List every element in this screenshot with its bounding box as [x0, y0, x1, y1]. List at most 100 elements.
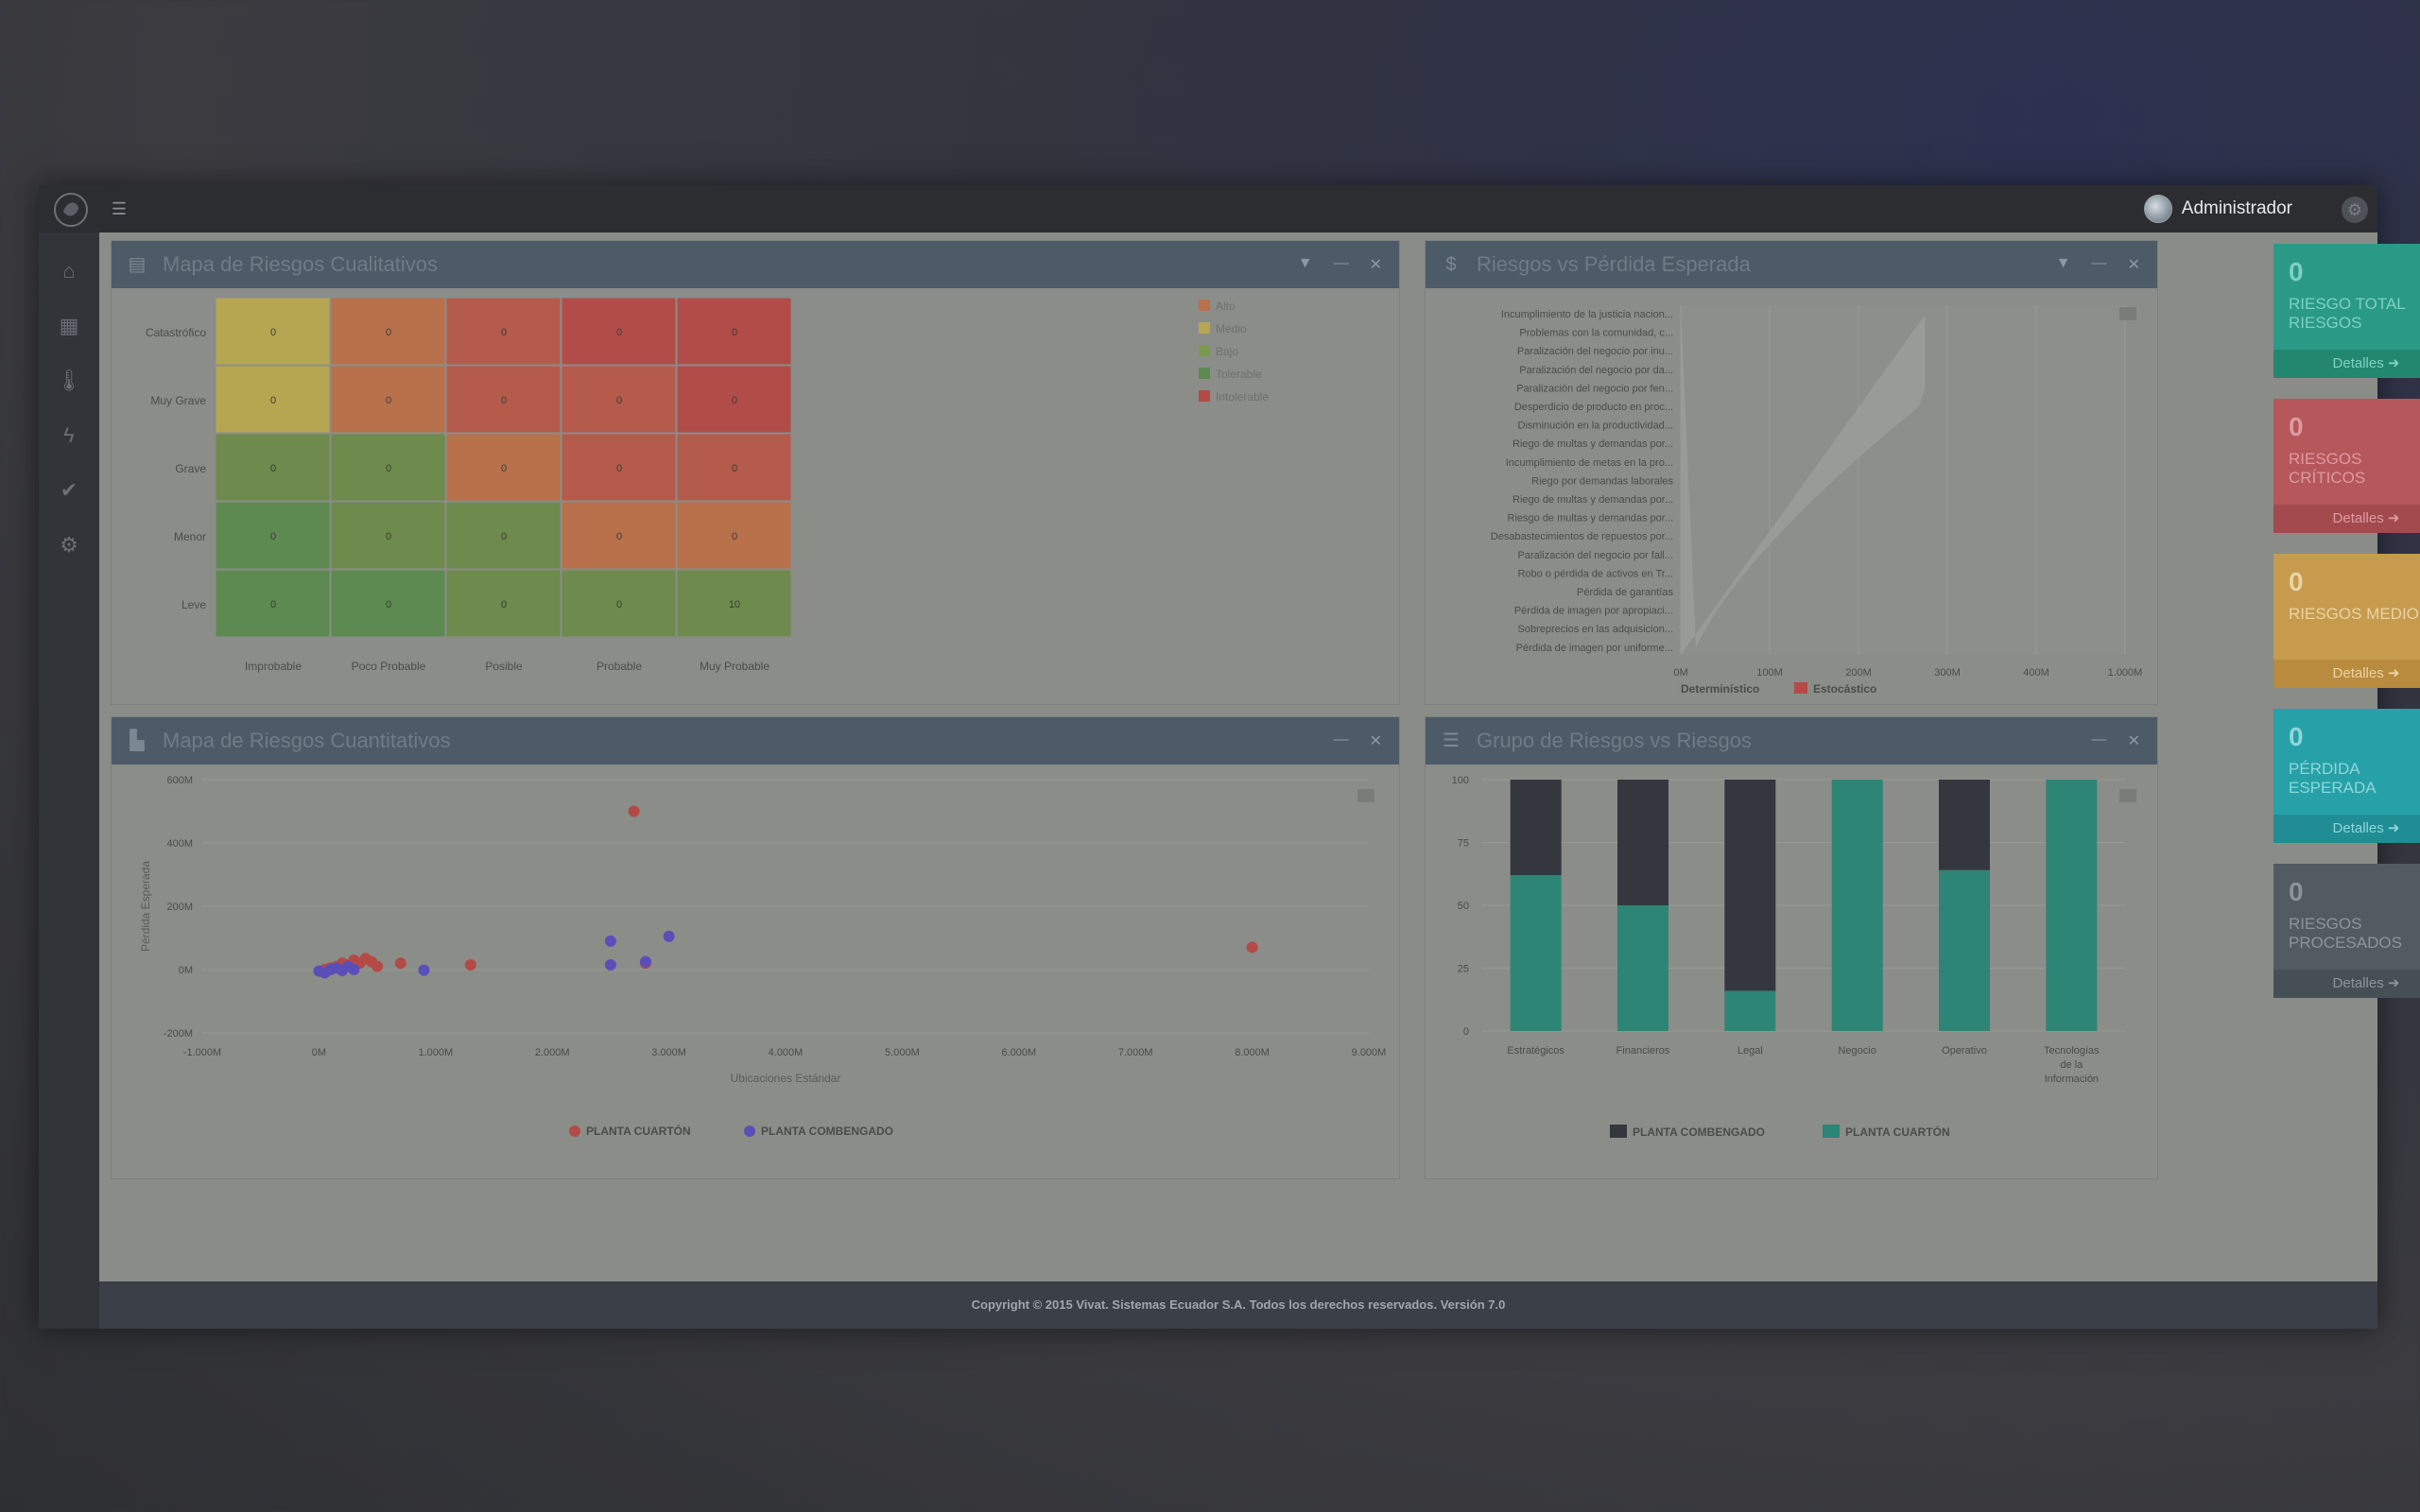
chart-menu-icon	[1357, 789, 1374, 802]
heatmap-cell-value: 0	[270, 395, 276, 406]
scatter-point	[418, 964, 430, 976]
heatmap-row-label: Menor	[174, 530, 206, 543]
group-chart: 0 25 50 75 100 Estratégicos Financieros Legal Ne…	[1452, 775, 2136, 1139]
x-tick-label: 0M	[1673, 667, 1687, 679]
legend-swatch	[1610, 1125, 1627, 1138]
heatmap-cell-value: 0	[732, 395, 737, 406]
stat-card[interactable]: 0 RIESGOS CRÍTICOS Detalles ➜	[2273, 399, 2420, 533]
y-tick-label: 200M	[166, 902, 193, 913]
app-logo[interactable]	[52, 191, 90, 229]
main-content: ▤ Mapa de Riesgos Cualitativos ▼ — ✕ Cat…	[99, 232, 2420, 1281]
details-link[interactable]: Detalles ➜	[2273, 350, 2420, 378]
x-axis-label: Ubicaciones Estándar	[731, 1072, 841, 1085]
stacked-bar-segment	[1724, 780, 1776, 991]
gear-icon[interactable]: ⚙	[39, 518, 99, 573]
thermometer-icon[interactable]: 🌡︎	[39, 353, 99, 408]
check-icon[interactable]: ✔	[39, 463, 99, 518]
stacked-bar-segment	[1617, 905, 1668, 1031]
legend-swatch	[569, 1125, 580, 1137]
x-tick-label: Legal	[1737, 1045, 1763, 1057]
panel-header: ▙ Mapa de Riesgos Cuantitativos — ✕	[112, 717, 1399, 765]
avatar	[2143, 195, 2172, 223]
filter-icon[interactable]: ▼	[2056, 255, 2071, 274]
minimize-icon[interactable]: —	[2092, 731, 2107, 750]
stat-card[interactable]: 0 RIESGO TOTAL RIESGOS Detalles ➜	[2273, 244, 2420, 378]
x-tick-label: -1.000M	[183, 1047, 221, 1058]
filter-icon[interactable]: ▼	[1298, 255, 1313, 274]
heatmap-cell-value: 0	[386, 395, 391, 406]
stat-card[interactable]: 0 RIESGOS MEDIOS Detalles ➜	[2273, 554, 2420, 688]
x-tick-label: 200M	[1845, 667, 1872, 679]
y-tick-label: 75	[1458, 838, 1469, 850]
y-tick-label: 100	[1452, 775, 1469, 786]
x-tick-label: 6.000M	[1001, 1047, 1036, 1058]
menu-toggle-button[interactable]: ☰	[109, 198, 130, 219]
loss-category-label: Riego por demandas laborales	[1531, 475, 1673, 487]
stacked-bar-segment	[1939, 780, 1990, 870]
legend-label: Tolerable	[1216, 368, 1262, 381]
gear-icon[interactable]: ⚙	[2342, 197, 2368, 223]
y-tick-label: 25	[1458, 964, 1469, 975]
scatter-point	[348, 964, 360, 975]
close-icon[interactable]: ✕	[2128, 731, 2140, 750]
x-tick-label: 1.000M	[2108, 667, 2143, 679]
stacked-bar-segment	[1939, 869, 1990, 1031]
details-link[interactable]: Detalles ➜	[2273, 815, 2420, 843]
close-icon[interactable]: ✕	[1370, 255, 1382, 274]
heatmap-cell-value: 0	[616, 327, 622, 338]
heatmap-col-label: Poco Probable	[352, 660, 426, 673]
heatmap-col-label: Posible	[485, 660, 523, 673]
heatmap-cell-value: 10	[729, 599, 740, 610]
loss-category-label: Pérdida de imagen por apropiaci...	[1514, 606, 1673, 617]
heatmap-cell-value: 0	[386, 531, 391, 542]
heatmap-cell-value: 0	[270, 327, 276, 338]
loss-chart: 0M 100M 200M 300M 400M 1.000M Incumplimiento d…	[1491, 305, 2143, 696]
x-tick-label: Información	[2045, 1074, 2099, 1085]
stat-count: 0	[2289, 257, 2304, 286]
details-link[interactable]: Detalles ➜	[2273, 660, 2420, 688]
scatter-point	[464, 958, 476, 971]
legend-label: PLANTA COMBENGADO	[1633, 1125, 1765, 1139]
user-menu[interactable]: Administrador	[2143, 193, 2292, 225]
stacked-bar-segment	[1724, 990, 1776, 1031]
heatmap-col-label: Muy Probable	[700, 660, 769, 673]
home-icon[interactable]: ⌂	[39, 244, 99, 299]
details-link[interactable]: Detalles ➜	[2273, 970, 2420, 998]
heatmap-chart: Catastrófico 0 0 0 0 0 Muy Grave 0 0 0 0 0 Grave 0 0 0 0…	[146, 297, 1269, 673]
legend-label: Medio	[1216, 322, 1247, 335]
heatmap-col-label: Improbable	[245, 660, 302, 673]
loss-category-label: Disminución en la productividad...	[1518, 421, 1673, 432]
dashboard-icon[interactable]: ▦	[39, 299, 99, 353]
loss-category-label: Riego de multas y demandas por...	[1512, 494, 1673, 506]
x-tick-label: Tecnologías	[2044, 1045, 2100, 1057]
legend-swatch	[1199, 322, 1210, 334]
sidebar: ⌂ ▦ 🌡︎ ϟ ✔ ⚙	[39, 232, 99, 1329]
scatter-point	[604, 935, 616, 947]
loss-category-label: Desabastecimientos de repuestos por...	[1491, 531, 1673, 542]
minimize-icon[interactable]: —	[2092, 255, 2107, 274]
x-tick-label: 9.000M	[1352, 1047, 1387, 1058]
legend-label: PLANTA CUARTÓN	[1845, 1125, 1950, 1139]
y-tick-label: 0	[1463, 1026, 1469, 1038]
close-icon[interactable]: ✕	[2128, 255, 2140, 274]
scatter-point	[639, 955, 651, 968]
bolt-icon[interactable]: ϟ	[39, 408, 99, 463]
top-bar: ☰ Administrador ⚙	[39, 185, 2377, 232]
scatter-point	[1246, 941, 1258, 954]
minimize-icon[interactable]: —	[1334, 731, 1349, 750]
close-icon[interactable]: ✕	[1370, 731, 1382, 750]
heatmap-cell-value: 0	[501, 531, 507, 542]
loss-category-label: Sobreprecios en las adquisicion...	[1518, 624, 1673, 635]
loss-category-label: Robo o pérdida de activos en Tr...	[1518, 568, 1674, 579]
stat-card[interactable]: 0 PÉRDIDA ESPERADA Detalles ➜	[2273, 709, 2420, 843]
stat-card[interactable]: 0 RIESGOS PROCESADOS Detalles ➜	[2273, 864, 2420, 998]
legend-label: Estocástico	[1813, 682, 1876, 696]
minimize-icon[interactable]: —	[1334, 255, 1349, 274]
heatmap-cell-value: 0	[616, 463, 622, 474]
heatmap-cell-value: 0	[270, 463, 276, 474]
heatmap-cell-value: 0	[386, 327, 391, 338]
x-tick-label: 1.000M	[418, 1047, 453, 1058]
details-link[interactable]: Detalles ➜	[2273, 505, 2420, 533]
y-axis-label: Pérdida Esperada	[139, 861, 152, 952]
heatmap-cell-value: 0	[732, 327, 737, 338]
